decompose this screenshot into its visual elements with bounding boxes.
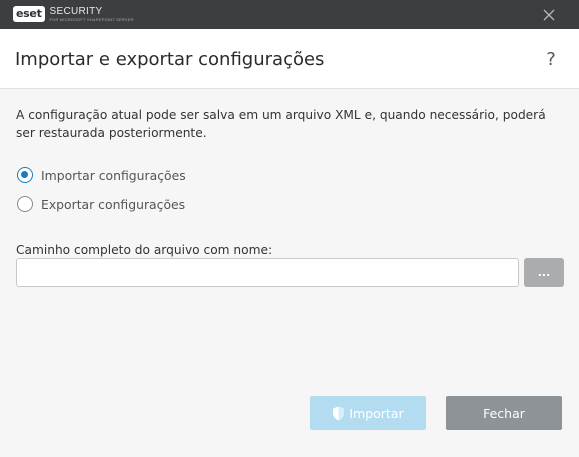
dialog-header: Importar e exportar configurações ? <box>0 29 579 89</box>
import-button-label: Importar <box>349 405 404 421</box>
file-path-input[interactable] <box>16 258 519 287</box>
radio-button-selected[interactable] <box>17 167 33 183</box>
close-button[interactable]: Fechar <box>446 396 562 430</box>
page-title: Importar e exportar configurações <box>15 49 325 70</box>
logo-subtitle: FOR MICROSOFT SHAREPOINT SERVER <box>49 16 134 22</box>
title-bar: eset SECURITY FOR MICROSOFT SHAREPOINT S… <box>0 0 579 29</box>
close-window-button[interactable] <box>538 4 560 26</box>
logo-badge: eset <box>13 6 45 22</box>
radio-import-settings[interactable]: Importar configurações <box>17 167 186 183</box>
browse-button[interactable]: ... <box>524 258 564 287</box>
logo-product: SECURITY <box>49 5 103 17</box>
radio-button[interactable] <box>17 196 33 212</box>
logo-text: SECURITY FOR MICROSOFT SHAREPOINT SERVER <box>49 5 134 22</box>
radio-import-label: Importar configurações <box>41 167 186 183</box>
help-icon[interactable]: ? <box>540 48 562 72</box>
shield-icon <box>332 406 345 421</box>
import-button[interactable]: Importar <box>310 396 426 430</box>
radio-export-settings[interactable]: Exportar configurações <box>17 196 185 212</box>
description-text: A configuração atual pode ser salva em u… <box>16 108 546 140</box>
file-path-label: Caminho completo do arquivo com nome: <box>16 243 273 257</box>
eset-logo: eset SECURITY FOR MICROSOFT SHAREPOINT S… <box>13 6 134 22</box>
radio-export-label: Exportar configurações <box>41 196 186 212</box>
close-icon <box>543 9 555 21</box>
